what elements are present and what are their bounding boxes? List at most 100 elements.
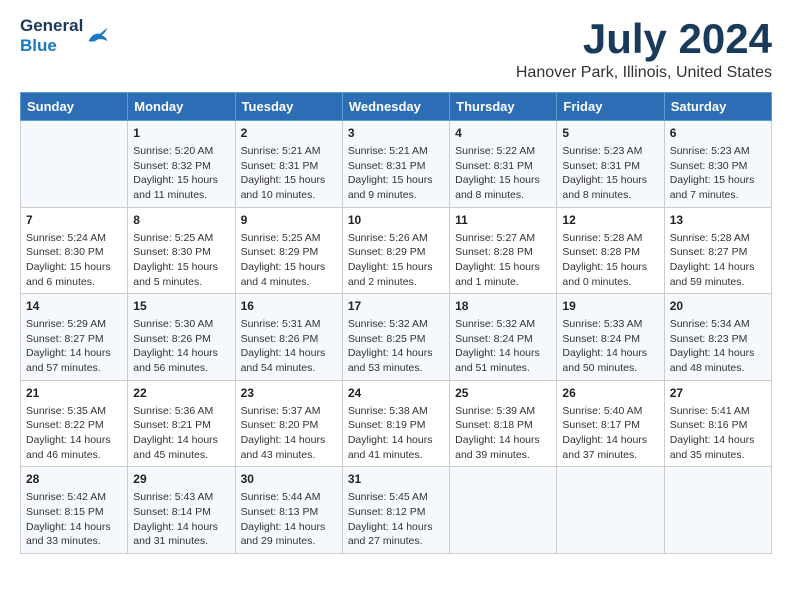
day-number: 3 (348, 125, 444, 142)
day-number: 14 (26, 298, 122, 315)
calendar-table: SundayMondayTuesdayWednesdayThursdayFrid… (20, 92, 772, 554)
calendar-cell: 28 Sunrise: 5:42 AM Sunset: 8:15 PM Dayli… (21, 467, 128, 554)
header-friday: Friday (557, 93, 664, 121)
calendar-cell: 20 Sunrise: 5:34 AM Sunset: 8:23 PM Dayli… (664, 294, 771, 381)
header-sunday: Sunday (21, 93, 128, 121)
calendar-cell: 3 Sunrise: 5:21 AM Sunset: 8:31 PM Daylig… (342, 121, 449, 208)
header-saturday: Saturday (664, 93, 771, 121)
calendar-cell: 30 Sunrise: 5:44 AM Sunset: 8:13 PM Dayli… (235, 467, 342, 554)
day-number: 2 (241, 125, 337, 142)
cell-sun-info: Sunrise: 5:25 AM Sunset: 8:30 PM Dayligh… (133, 231, 229, 290)
cell-sun-info: Sunrise: 5:23 AM Sunset: 8:31 PM Dayligh… (562, 144, 658, 203)
cell-sun-info: Sunrise: 5:28 AM Sunset: 8:28 PM Dayligh… (562, 231, 658, 290)
header-thursday: Thursday (450, 93, 557, 121)
cell-sun-info: Sunrise: 5:20 AM Sunset: 8:32 PM Dayligh… (133, 144, 229, 203)
calendar-cell: 25Sunrise: 5:39 AM Sunset: 8:18 PM Dayli… (450, 380, 557, 467)
calendar-cell: 7 Sunrise: 5:24 AM Sunset: 8:30 PM Daylig… (21, 207, 128, 294)
header-tuesday: Tuesday (235, 93, 342, 121)
cell-sun-info: Sunrise: 5:43 AM Sunset: 8:14 PM Dayligh… (133, 490, 229, 549)
calendar-week-row: 28 Sunrise: 5:42 AM Sunset: 8:15 PM Dayli… (21, 467, 772, 554)
cell-sun-info: Sunrise: 5:33 AM Sunset: 8:24 PM Dayligh… (562, 317, 658, 376)
cell-sun-info: Sunrise: 5:36 AM Sunset: 8:21 PM Dayligh… (133, 404, 229, 463)
calendar-cell: 17Sunrise: 5:32 AM Sunset: 8:25 PM Dayli… (342, 294, 449, 381)
cell-sun-info: Sunrise: 5:45 AM Sunset: 8:12 PM Dayligh… (348, 490, 444, 549)
calendar-cell: 9Sunrise: 5:25 AM Sunset: 8:29 PM Daylig… (235, 207, 342, 294)
day-number: 28 (26, 471, 122, 488)
calendar-cell: 27 Sunrise: 5:41 AM Sunset: 8:16 PM Dayli… (664, 380, 771, 467)
day-number: 4 (455, 125, 551, 142)
cell-sun-info: Sunrise: 5:22 AM Sunset: 8:31 PM Dayligh… (455, 144, 551, 203)
calendar-week-row: 1 Sunrise: 5:20 AM Sunset: 8:32 PM Daylig… (21, 121, 772, 208)
day-number: 16 (241, 298, 337, 315)
cell-sun-info: Sunrise: 5:26 AM Sunset: 8:29 PM Dayligh… (348, 231, 444, 290)
calendar-cell (450, 467, 557, 554)
calendar-cell: 1 Sunrise: 5:20 AM Sunset: 8:32 PM Daylig… (128, 121, 235, 208)
day-number: 24 (348, 385, 444, 402)
day-number: 5 (562, 125, 658, 142)
calendar-header-row: SundayMondayTuesdayWednesdayThursdayFrid… (21, 93, 772, 121)
cell-sun-info: Sunrise: 5:24 AM Sunset: 8:30 PM Dayligh… (26, 231, 122, 290)
calendar-cell: 16 Sunrise: 5:31 AM Sunset: 8:26 PM Dayli… (235, 294, 342, 381)
day-number: 22 (133, 385, 229, 402)
calendar-cell: 18 Sunrise: 5:32 AM Sunset: 8:24 PM Dayli… (450, 294, 557, 381)
day-number: 18 (455, 298, 551, 315)
cell-sun-info: Sunrise: 5:31 AM Sunset: 8:26 PM Dayligh… (241, 317, 337, 376)
day-number: 21 (26, 385, 122, 402)
day-number: 8 (133, 212, 229, 229)
calendar-week-row: 7 Sunrise: 5:24 AM Sunset: 8:30 PM Daylig… (21, 207, 772, 294)
cell-sun-info: Sunrise: 5:40 AM Sunset: 8:17 PM Dayligh… (562, 404, 658, 463)
cell-sun-info: Sunrise: 5:21 AM Sunset: 8:31 PM Dayligh… (241, 144, 337, 203)
calendar-cell: 22 Sunrise: 5:36 AM Sunset: 8:21 PM Dayli… (128, 380, 235, 467)
logo-general-text: General (20, 16, 83, 36)
day-number: 17 (348, 298, 444, 315)
calendar-cell (557, 467, 664, 554)
calendar-cell: 11Sunrise: 5:27 AM Sunset: 8:28 PM Dayli… (450, 207, 557, 294)
cell-sun-info: Sunrise: 5:44 AM Sunset: 8:13 PM Dayligh… (241, 490, 337, 549)
calendar-cell (21, 121, 128, 208)
calendar-cell (664, 467, 771, 554)
calendar-cell: 2 Sunrise: 5:21 AM Sunset: 8:31 PM Daylig… (235, 121, 342, 208)
cell-sun-info: Sunrise: 5:34 AM Sunset: 8:23 PM Dayligh… (670, 317, 766, 376)
cell-sun-info: Sunrise: 5:32 AM Sunset: 8:24 PM Dayligh… (455, 317, 551, 376)
calendar-cell: 23Sunrise: 5:37 AM Sunset: 8:20 PM Dayli… (235, 380, 342, 467)
cell-sun-info: Sunrise: 5:42 AM Sunset: 8:15 PM Dayligh… (26, 490, 122, 549)
header-wednesday: Wednesday (342, 93, 449, 121)
day-number: 20 (670, 298, 766, 315)
cell-sun-info: Sunrise: 5:23 AM Sunset: 8:30 PM Dayligh… (670, 144, 766, 203)
day-number: 30 (241, 471, 337, 488)
day-number: 1 (133, 125, 229, 142)
cell-sun-info: Sunrise: 5:27 AM Sunset: 8:28 PM Dayligh… (455, 231, 551, 290)
cell-sun-info: Sunrise: 5:29 AM Sunset: 8:27 PM Dayligh… (26, 317, 122, 376)
logo-bird-icon (87, 26, 109, 46)
location-subtitle: Hanover Park, Illinois, United States (516, 64, 772, 82)
day-number: 27 (670, 385, 766, 402)
calendar-cell: 21 Sunrise: 5:35 AM Sunset: 8:22 PM Dayli… (21, 380, 128, 467)
calendar-cell: 24 Sunrise: 5:38 AM Sunset: 8:19 PM Dayli… (342, 380, 449, 467)
cell-sun-info: Sunrise: 5:35 AM Sunset: 8:22 PM Dayligh… (26, 404, 122, 463)
cell-sun-info: Sunrise: 5:25 AM Sunset: 8:29 PM Dayligh… (241, 231, 337, 290)
calendar-cell: 13Sunrise: 5:28 AM Sunset: 8:27 PM Dayli… (664, 207, 771, 294)
cell-sun-info: Sunrise: 5:21 AM Sunset: 8:31 PM Dayligh… (348, 144, 444, 203)
cell-sun-info: Sunrise: 5:38 AM Sunset: 8:19 PM Dayligh… (348, 404, 444, 463)
day-number: 19 (562, 298, 658, 315)
calendar-cell: 15 Sunrise: 5:30 AM Sunset: 8:26 PM Dayli… (128, 294, 235, 381)
calendar-cell: 31Sunrise: 5:45 AM Sunset: 8:12 PM Dayli… (342, 467, 449, 554)
page-header: General Blue July 2024 Hanover Park, Ill… (20, 16, 772, 82)
day-number: 15 (133, 298, 229, 315)
calendar-cell: 4 Sunrise: 5:22 AM Sunset: 8:31 PM Daylig… (450, 121, 557, 208)
day-number: 29 (133, 471, 229, 488)
day-number: 26 (562, 385, 658, 402)
calendar-cell: 12 Sunrise: 5:28 AM Sunset: 8:28 PM Dayli… (557, 207, 664, 294)
day-number: 6 (670, 125, 766, 142)
day-number: 12 (562, 212, 658, 229)
cell-sun-info: Sunrise: 5:41 AM Sunset: 8:16 PM Dayligh… (670, 404, 766, 463)
cell-sun-info: Sunrise: 5:30 AM Sunset: 8:26 PM Dayligh… (133, 317, 229, 376)
calendar-week-row: 21 Sunrise: 5:35 AM Sunset: 8:22 PM Dayli… (21, 380, 772, 467)
calendar-cell: 10 Sunrise: 5:26 AM Sunset: 8:29 PM Dayli… (342, 207, 449, 294)
logo-blue-text: Blue (20, 36, 83, 56)
title-section: July 2024 Hanover Park, Illinois, United… (516, 16, 772, 82)
cell-sun-info: Sunrise: 5:37 AM Sunset: 8:20 PM Dayligh… (241, 404, 337, 463)
day-number: 10 (348, 212, 444, 229)
calendar-cell: 29 Sunrise: 5:43 AM Sunset: 8:14 PM Dayli… (128, 467, 235, 554)
day-number: 7 (26, 212, 122, 229)
